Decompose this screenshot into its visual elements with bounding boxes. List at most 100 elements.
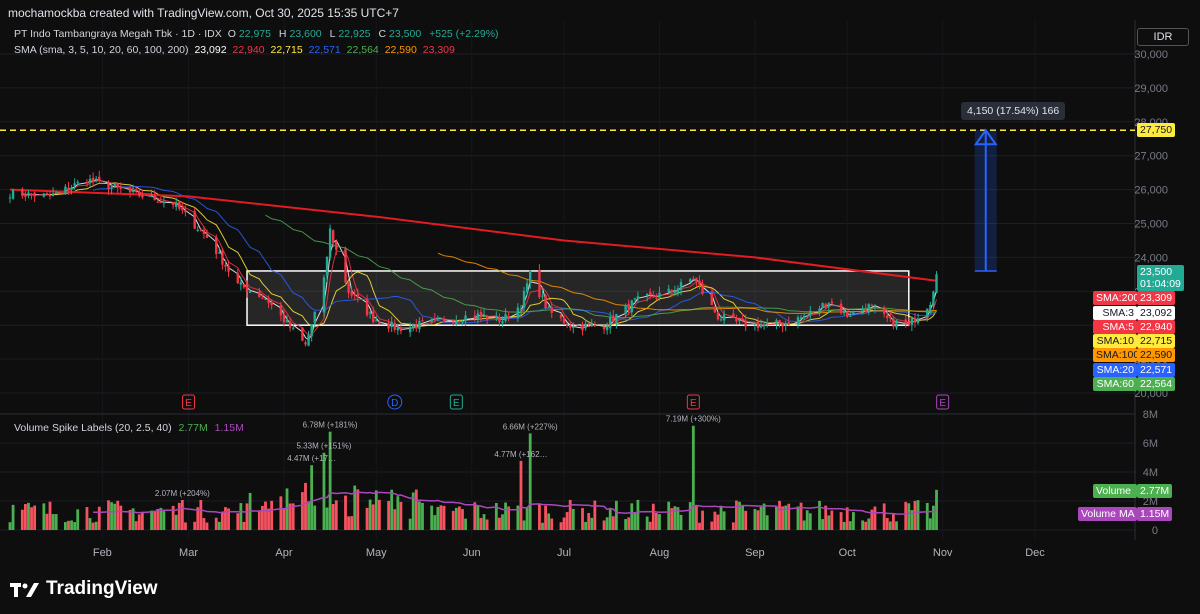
volume-legend[interactable]: Volume Spike Labels (20, 2.5, 40) 2.77M … (14, 422, 244, 434)
volume-bar (33, 505, 37, 530)
volume-bar (741, 504, 744, 530)
chart-canvas[interactable]: E D E E E 2.07M (+204%) 4.47M (+17… 5.33M (+15… (0, 0, 1200, 614)
volume-bar (541, 522, 544, 530)
event-marker-label: E (185, 398, 192, 409)
candle-body (322, 277, 326, 313)
volume-bar (205, 522, 209, 530)
candle-body (128, 188, 132, 193)
last-price-badge: 23,500 01:04:09 (1137, 265, 1184, 291)
candle-body (781, 322, 784, 327)
volume-bar (544, 505, 547, 530)
price-tick-label: 29,000 (1134, 83, 1168, 95)
volume-bar (94, 521, 98, 530)
volume-bar (928, 518, 932, 530)
candle-body (335, 241, 338, 250)
candle-body (113, 184, 116, 186)
candle-body (824, 303, 827, 308)
candle-body (590, 323, 593, 327)
volume-bar (892, 513, 895, 530)
volume-bar (753, 509, 757, 530)
candle-body (199, 229, 203, 231)
month-tick-label: Jun (463, 547, 481, 559)
candle-body (670, 290, 673, 293)
candle-body (291, 327, 295, 329)
ohlc-close: 23,500 (389, 28, 422, 40)
candle-body (433, 318, 436, 320)
volume-name-badge: Volume (1093, 484, 1137, 498)
event-markers[interactable]: EDEEE (182, 394, 950, 410)
candle-body (301, 327, 304, 341)
candle-body (892, 319, 895, 327)
candle-body (33, 192, 36, 197)
volume-bar (673, 506, 677, 530)
currency-button[interactable]: IDR (1137, 28, 1189, 46)
sma-legend[interactable]: SMA (sma, 3, 5, 10, 20, 60, 100, 200) 23… (14, 44, 458, 56)
volume-bar (153, 510, 157, 530)
volume-bar (451, 510, 455, 530)
volume-bar (128, 509, 132, 530)
volume-bar (368, 499, 372, 530)
measure-arrow[interactable] (973, 128, 998, 272)
candle-body (399, 327, 403, 332)
candle-body (572, 326, 575, 328)
candle-body (904, 319, 907, 324)
candle-body (602, 326, 606, 330)
candle-body (310, 324, 313, 337)
candle-body (325, 256, 329, 277)
candle-body (926, 308, 929, 319)
candle-body (344, 248, 347, 283)
candle-body (307, 334, 310, 346)
symbol-legend[interactable]: PT Indo Tambangraya Megah Tbk · 1D · IDX… (14, 28, 502, 40)
candle-body (282, 314, 286, 323)
candle-body (907, 322, 910, 324)
sma-name-badge: SMA:60 (1093, 377, 1137, 391)
volume-bar (30, 507, 33, 530)
candle-body (809, 310, 812, 316)
volume-bar (116, 500, 120, 530)
candle-body (584, 323, 587, 329)
month-tick-label: Dec (1025, 547, 1045, 559)
volume-bar (658, 514, 661, 530)
volume-bar (651, 503, 655, 530)
brand-logo[interactable]: TradingView (10, 578, 158, 600)
volume-bar (710, 521, 714, 530)
volume-bar (636, 499, 640, 530)
volume-bar (735, 500, 738, 530)
candle-body (504, 314, 507, 321)
candle-body (248, 291, 252, 293)
volume-ma-value-badge: 1.15M (1137, 507, 1173, 521)
volume-bar (377, 499, 381, 530)
volume-bar (433, 515, 437, 530)
volume-bar (630, 503, 634, 530)
volume-bar (528, 433, 532, 530)
volume-bar (461, 509, 464, 530)
candle-body (713, 306, 717, 313)
volume-bar (150, 510, 153, 530)
volume-bar (430, 505, 434, 530)
ohlc-high-key: H (278, 28, 287, 40)
price-tick-label: 26,000 (1134, 185, 1168, 197)
volume-bar (695, 505, 698, 530)
event-marker-label: E (939, 398, 946, 409)
candle-body (347, 283, 350, 293)
volume-bar (587, 513, 591, 530)
candle-body (485, 316, 489, 320)
candle-body (655, 297, 658, 299)
candle-body (375, 320, 378, 322)
candle-body (218, 252, 221, 254)
candle-body (698, 280, 701, 286)
candle-body (261, 297, 264, 299)
candle-body (719, 319, 723, 321)
candle-body (839, 303, 843, 314)
sma-name-badge: SMA:20 (1093, 363, 1137, 377)
candle-body (507, 316, 510, 319)
candle-body (196, 229, 199, 231)
volume-bar (85, 507, 89, 530)
candle-body (889, 317, 892, 319)
volume-bar (371, 504, 375, 530)
candle-body (935, 274, 938, 293)
candle-body (796, 317, 800, 325)
candle-body (605, 326, 609, 331)
volume-bar (895, 521, 898, 530)
volume-bar (464, 518, 467, 530)
